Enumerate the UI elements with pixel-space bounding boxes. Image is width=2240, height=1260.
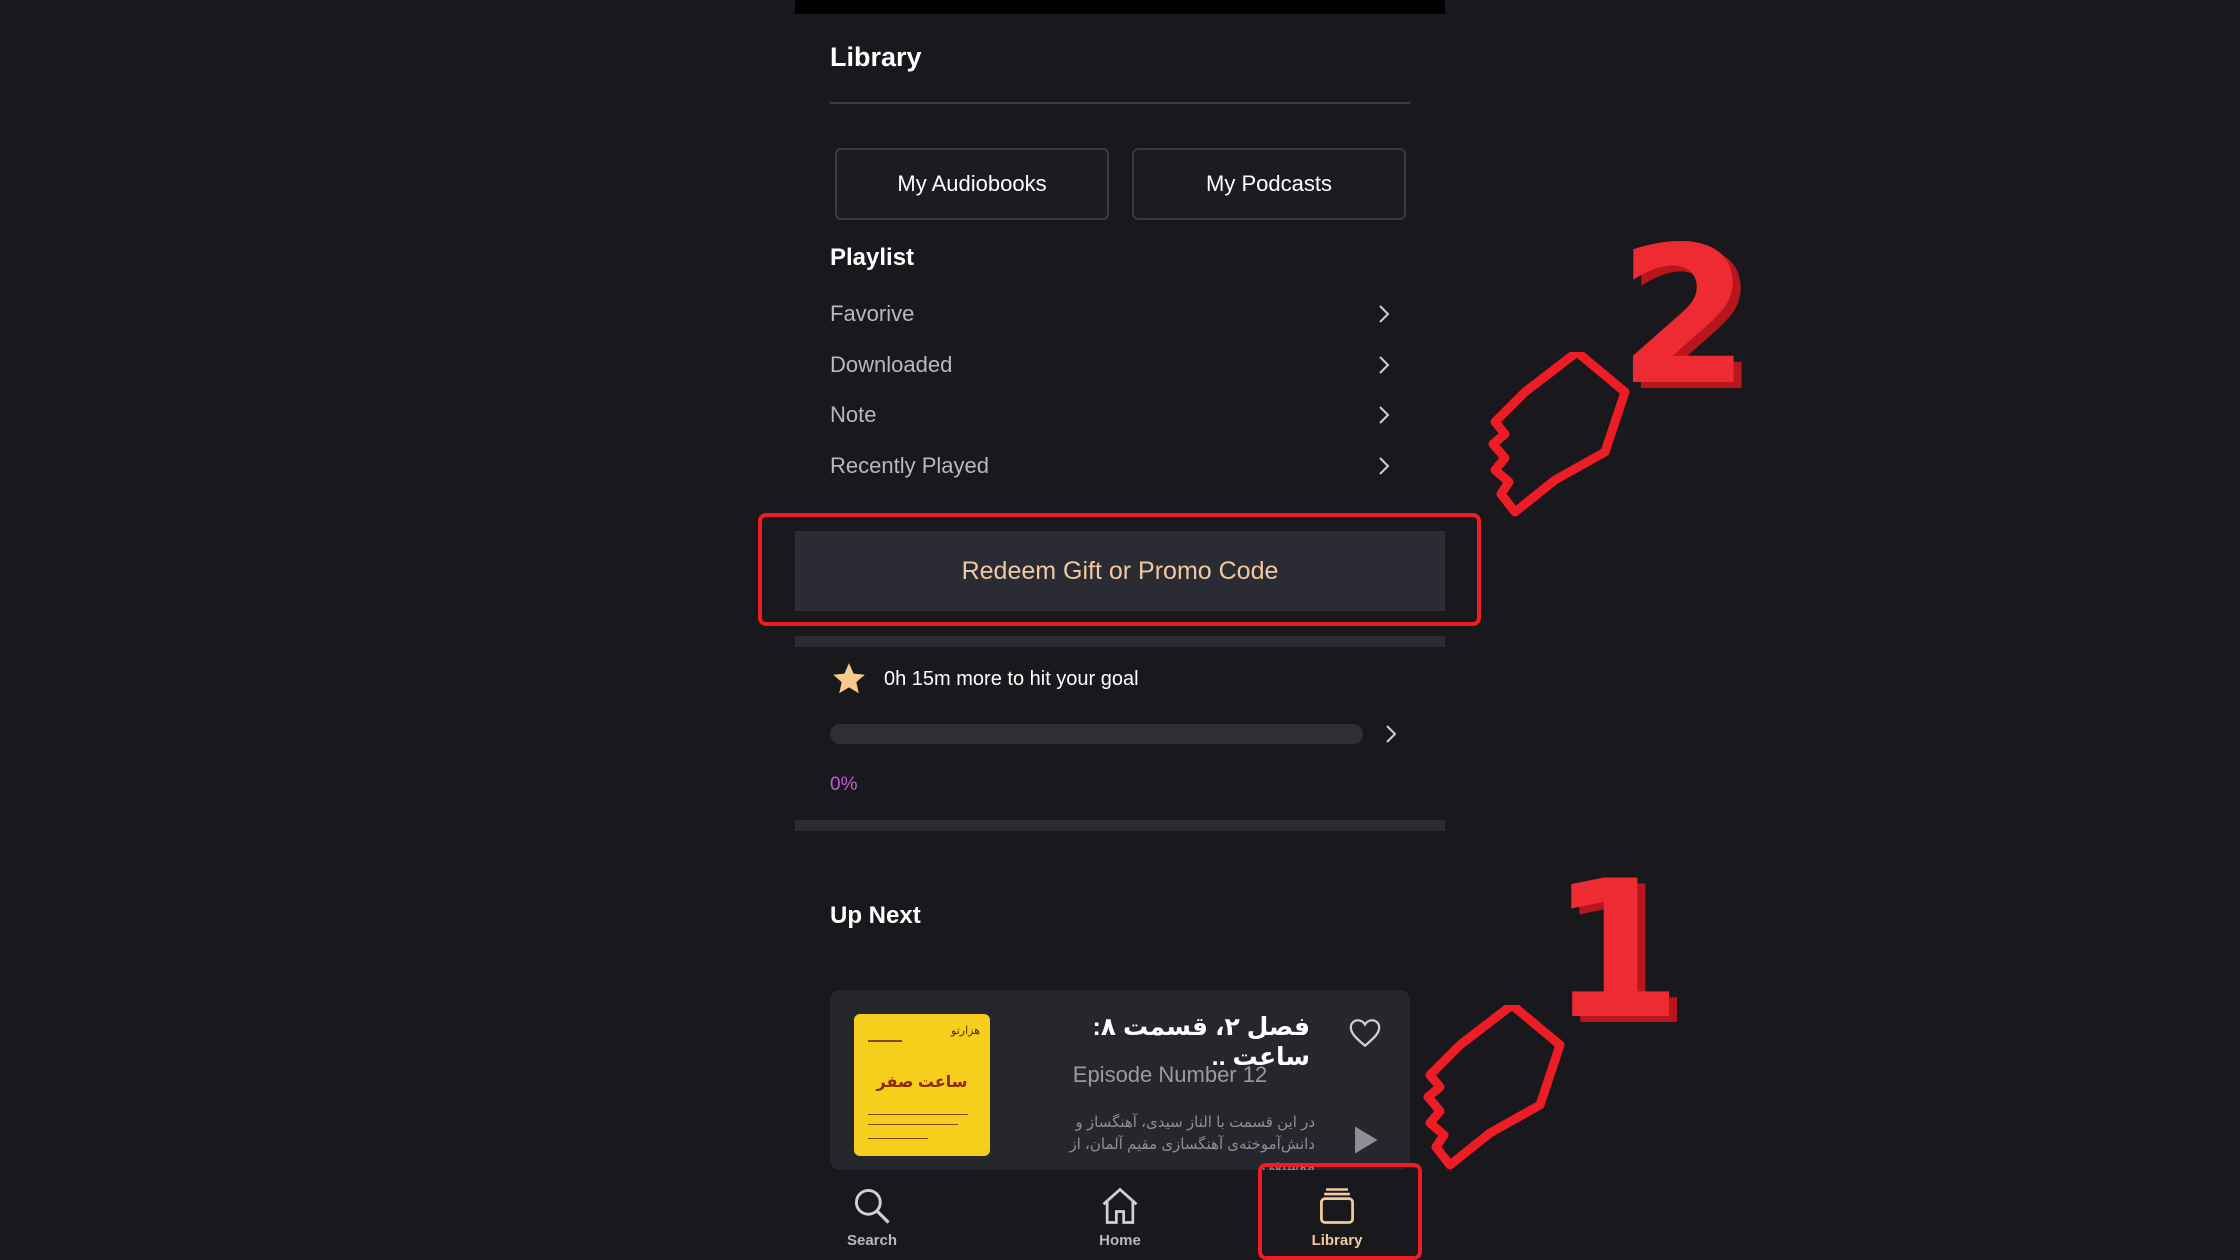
status-bar: [795, 0, 1445, 14]
my-podcasts-button[interactable]: My Podcasts: [1132, 148, 1406, 220]
cover-decoration: [868, 1114, 968, 1115]
section-divider: [795, 636, 1445, 647]
cover-title: ساعت صفر: [876, 1074, 968, 1091]
svg-text:1: 1: [1552, 872, 1682, 1042]
playlist-item-label: Favorive: [830, 301, 915, 326]
heart-icon[interactable]: [1348, 1016, 1382, 1050]
nav-home[interactable]: Home: [1060, 1184, 1180, 1249]
playlist-item-label: Downloaded: [830, 352, 953, 377]
play-icon[interactable]: [1346, 1122, 1382, 1158]
listening-goal[interactable]: 0h 15m more to hit your goal: [830, 660, 1139, 698]
title-divider: [830, 102, 1410, 104]
playlist-item-label: Note: [830, 402, 877, 427]
goal-progress-bar: [830, 724, 1363, 744]
step-1-number: 1 1: [1552, 872, 1690, 1042]
cover-brand: هزارتو: [951, 1025, 980, 1037]
chevron-right-icon: [1379, 457, 1390, 475]
playlist-item-downloaded[interactable]: Downloaded: [830, 345, 1395, 385]
playlist-item-note[interactable]: Note: [830, 395, 1395, 435]
episode-cover: هزارتو ساعت صفر: [854, 1014, 990, 1156]
redeem-highlight-box: [758, 513, 1481, 626]
chevron-right-icon: [1379, 406, 1390, 424]
step-2-number: 2 2: [1622, 238, 1758, 408]
page-title: Library: [830, 42, 922, 72]
library-screen: Library My Audiobooks My Podcasts Playli…: [795, 0, 1445, 1260]
cover-decoration: [868, 1040, 902, 1042]
svg-text:2: 2: [1622, 238, 1750, 408]
cover-decoration: [868, 1124, 958, 1125]
chevron-right-icon: [1379, 356, 1390, 374]
goal-text: 0h 15m more to hit your goal: [884, 667, 1139, 690]
search-icon: [854, 1188, 890, 1224]
playlist-item-favorite[interactable]: Favorive: [830, 294, 1395, 334]
section-divider: [795, 820, 1445, 831]
chevron-right-icon[interactable]: [1380, 723, 1402, 745]
pointing-hand-icon: [1488, 352, 1630, 517]
library-highlight-box: [1258, 1163, 1422, 1260]
goal-percent: 0%: [830, 774, 858, 795]
home-icon: [1102, 1187, 1138, 1224]
my-audiobooks-button[interactable]: My Audiobooks: [835, 148, 1109, 220]
cover-decoration: [868, 1138, 928, 1139]
nav-search[interactable]: Search: [812, 1184, 932, 1249]
up-next-episode-card[interactable]: هزارتو ساعت صفر فصل ۲، قسمت ۸: ساعت .. E…: [830, 990, 1410, 1170]
playlist-item-recently-played[interactable]: Recently Played: [830, 446, 1395, 486]
nav-label: Search: [846, 1232, 898, 1249]
up-next-heading: Up Next: [830, 902, 921, 929]
pointing-hand-icon: [1423, 1005, 1565, 1170]
playlist-heading: Playlist: [830, 244, 915, 271]
star-icon: [833, 663, 865, 694]
nav-label: Home: [1099, 1232, 1141, 1249]
chevron-right-icon: [1379, 305, 1390, 323]
episode-description: در این قسمت با الناز سیدی، آهنگساز و دان…: [1069, 1114, 1315, 1170]
playlist-item-label: Recently Played: [830, 453, 989, 478]
episode-number: Episode Number 12: [1072, 1062, 1268, 1087]
